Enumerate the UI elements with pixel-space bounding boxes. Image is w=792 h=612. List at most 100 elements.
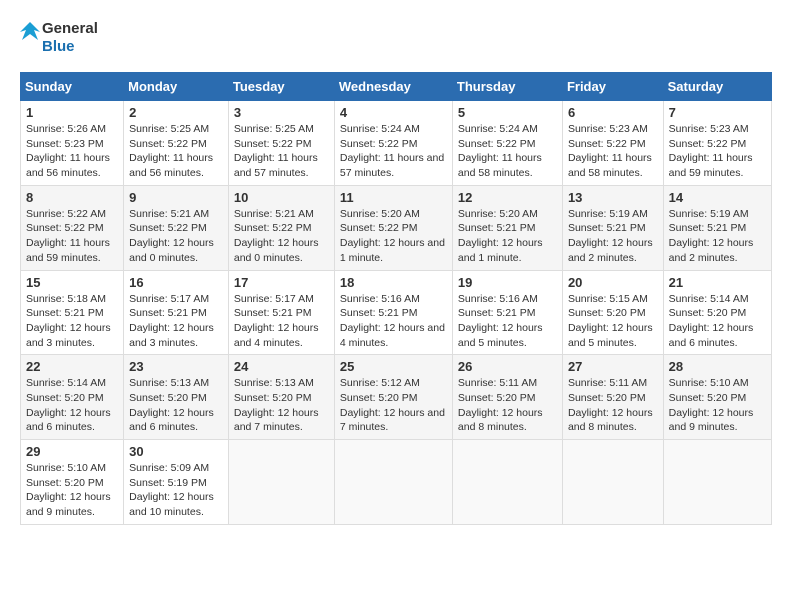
day-number: 20: [568, 275, 658, 290]
day-number: 8: [26, 190, 118, 205]
calendar-week-row: 15 Sunrise: 5:18 AMSunset: 5:21 PMDaylig…: [21, 270, 772, 355]
day-number: 18: [340, 275, 447, 290]
calendar-week-row: 22 Sunrise: 5:14 AMSunset: 5:20 PMDaylig…: [21, 355, 772, 440]
day-info: Sunrise: 5:13 AMSunset: 5:20 PMDaylight:…: [234, 377, 319, 433]
weekday-header-friday: Friday: [562, 73, 663, 101]
calendar-day-cell: 19 Sunrise: 5:16 AMSunset: 5:21 PMDaylig…: [452, 270, 562, 355]
day-info: Sunrise: 5:24 AMSunset: 5:22 PMDaylight:…: [458, 123, 542, 179]
day-number: 2: [129, 105, 223, 120]
logo-text: General Blue: [42, 20, 98, 56]
day-info: Sunrise: 5:17 AMSunset: 5:21 PMDaylight:…: [234, 293, 319, 349]
calendar-day-cell: 8 Sunrise: 5:22 AMSunset: 5:22 PMDayligh…: [21, 185, 124, 270]
day-info: Sunrise: 5:17 AMSunset: 5:21 PMDaylight:…: [129, 293, 214, 349]
calendar-day-cell: 1 Sunrise: 5:26 AMSunset: 5:23 PMDayligh…: [21, 101, 124, 186]
day-number: 15: [26, 275, 118, 290]
calendar-week-row: 8 Sunrise: 5:22 AMSunset: 5:22 PMDayligh…: [21, 185, 772, 270]
day-info: Sunrise: 5:24 AMSunset: 5:22 PMDaylight:…: [340, 123, 444, 179]
day-info: Sunrise: 5:14 AMSunset: 5:20 PMDaylight:…: [669, 293, 754, 349]
day-info: Sunrise: 5:13 AMSunset: 5:20 PMDaylight:…: [129, 377, 214, 433]
day-info: Sunrise: 5:16 AMSunset: 5:21 PMDaylight:…: [340, 293, 445, 349]
calendar-week-row: 29 Sunrise: 5:10 AMSunset: 5:20 PMDaylig…: [21, 440, 772, 525]
calendar-day-cell: 2 Sunrise: 5:25 AMSunset: 5:22 PMDayligh…: [124, 101, 229, 186]
day-number: 14: [669, 190, 766, 205]
day-info: Sunrise: 5:20 AMSunset: 5:22 PMDaylight:…: [340, 208, 445, 264]
calendar-day-cell: 16 Sunrise: 5:17 AMSunset: 5:21 PMDaylig…: [124, 270, 229, 355]
day-number: 10: [234, 190, 329, 205]
day-number: 21: [669, 275, 766, 290]
day-info: Sunrise: 5:10 AMSunset: 5:20 PMDaylight:…: [669, 377, 754, 433]
calendar-day-cell: 9 Sunrise: 5:21 AMSunset: 5:22 PMDayligh…: [124, 185, 229, 270]
day-number: 26: [458, 359, 557, 374]
day-number: 17: [234, 275, 329, 290]
calendar-day-cell: 22 Sunrise: 5:14 AMSunset: 5:20 PMDaylig…: [21, 355, 124, 440]
day-number: 3: [234, 105, 329, 120]
weekday-header-saturday: Saturday: [663, 73, 771, 101]
day-number: 30: [129, 444, 223, 459]
day-number: 24: [234, 359, 329, 374]
calendar-day-cell: 29 Sunrise: 5:10 AMSunset: 5:20 PMDaylig…: [21, 440, 124, 525]
day-info: Sunrise: 5:15 AMSunset: 5:20 PMDaylight:…: [568, 293, 653, 349]
day-number: 11: [340, 190, 447, 205]
calendar-day-cell: 20 Sunrise: 5:15 AMSunset: 5:20 PMDaylig…: [562, 270, 663, 355]
calendar-table: SundayMondayTuesdayWednesdayThursdayFrid…: [20, 72, 772, 525]
calendar-day-cell: 3 Sunrise: 5:25 AMSunset: 5:22 PMDayligh…: [228, 101, 334, 186]
day-info: Sunrise: 5:19 AMSunset: 5:21 PMDaylight:…: [669, 208, 754, 264]
weekday-header-tuesday: Tuesday: [228, 73, 334, 101]
calendar-day-cell: [452, 440, 562, 525]
day-info: Sunrise: 5:10 AMSunset: 5:20 PMDaylight:…: [26, 462, 111, 518]
day-number: 27: [568, 359, 658, 374]
calendar-day-cell: 23 Sunrise: 5:13 AMSunset: 5:20 PMDaylig…: [124, 355, 229, 440]
calendar-day-cell: 30 Sunrise: 5:09 AMSunset: 5:19 PMDaylig…: [124, 440, 229, 525]
day-number: 19: [458, 275, 557, 290]
day-number: 28: [669, 359, 766, 374]
calendar-day-cell: [228, 440, 334, 525]
calendar-day-cell: 6 Sunrise: 5:23 AMSunset: 5:22 PMDayligh…: [562, 101, 663, 186]
page-header: General Blue: [20, 20, 772, 56]
day-info: Sunrise: 5:20 AMSunset: 5:21 PMDaylight:…: [458, 208, 543, 264]
calendar-day-cell: 15 Sunrise: 5:18 AMSunset: 5:21 PMDaylig…: [21, 270, 124, 355]
day-info: Sunrise: 5:26 AMSunset: 5:23 PMDaylight:…: [26, 123, 110, 179]
calendar-day-cell: 24 Sunrise: 5:13 AMSunset: 5:20 PMDaylig…: [228, 355, 334, 440]
calendar-day-cell: 21 Sunrise: 5:14 AMSunset: 5:20 PMDaylig…: [663, 270, 771, 355]
day-info: Sunrise: 5:14 AMSunset: 5:20 PMDaylight:…: [26, 377, 111, 433]
calendar-day-cell: [334, 440, 452, 525]
day-info: Sunrise: 5:11 AMSunset: 5:20 PMDaylight:…: [568, 377, 653, 433]
day-info: Sunrise: 5:21 AMSunset: 5:22 PMDaylight:…: [129, 208, 214, 264]
weekday-header-wednesday: Wednesday: [334, 73, 452, 101]
calendar-day-cell: 18 Sunrise: 5:16 AMSunset: 5:21 PMDaylig…: [334, 270, 452, 355]
calendar-day-cell: [562, 440, 663, 525]
day-number: 6: [568, 105, 658, 120]
calendar-day-cell: 26 Sunrise: 5:11 AMSunset: 5:20 PMDaylig…: [452, 355, 562, 440]
day-number: 4: [340, 105, 447, 120]
day-info: Sunrise: 5:11 AMSunset: 5:20 PMDaylight:…: [458, 377, 543, 433]
calendar-day-cell: 7 Sunrise: 5:23 AMSunset: 5:22 PMDayligh…: [663, 101, 771, 186]
calendar-day-cell: 10 Sunrise: 5:21 AMSunset: 5:22 PMDaylig…: [228, 185, 334, 270]
day-number: 1: [26, 105, 118, 120]
day-info: Sunrise: 5:12 AMSunset: 5:20 PMDaylight:…: [340, 377, 445, 433]
calendar-week-row: 1 Sunrise: 5:26 AMSunset: 5:23 PMDayligh…: [21, 101, 772, 186]
day-number: 29: [26, 444, 118, 459]
calendar-day-cell: 4 Sunrise: 5:24 AMSunset: 5:22 PMDayligh…: [334, 101, 452, 186]
logo: General Blue: [20, 20, 98, 56]
day-info: Sunrise: 5:25 AMSunset: 5:22 PMDaylight:…: [234, 123, 318, 179]
day-info: Sunrise: 5:21 AMSunset: 5:22 PMDaylight:…: [234, 208, 319, 264]
logo-container: General Blue: [20, 20, 98, 56]
calendar-day-cell: 27 Sunrise: 5:11 AMSunset: 5:20 PMDaylig…: [562, 355, 663, 440]
day-number: 13: [568, 190, 658, 205]
day-info: Sunrise: 5:18 AMSunset: 5:21 PMDaylight:…: [26, 293, 111, 349]
day-info: Sunrise: 5:16 AMSunset: 5:21 PMDaylight:…: [458, 293, 543, 349]
calendar-day-cell: 5 Sunrise: 5:24 AMSunset: 5:22 PMDayligh…: [452, 101, 562, 186]
weekday-header-thursday: Thursday: [452, 73, 562, 101]
calendar-day-cell: 28 Sunrise: 5:10 AMSunset: 5:20 PMDaylig…: [663, 355, 771, 440]
day-info: Sunrise: 5:09 AMSunset: 5:19 PMDaylight:…: [129, 462, 214, 518]
day-number: 5: [458, 105, 557, 120]
calendar-day-cell: 25 Sunrise: 5:12 AMSunset: 5:20 PMDaylig…: [334, 355, 452, 440]
day-number: 9: [129, 190, 223, 205]
day-info: Sunrise: 5:23 AMSunset: 5:22 PMDaylight:…: [568, 123, 652, 179]
day-info: Sunrise: 5:22 AMSunset: 5:22 PMDaylight:…: [26, 208, 110, 264]
day-number: 12: [458, 190, 557, 205]
weekday-header-monday: Monday: [124, 73, 229, 101]
calendar-day-cell: 12 Sunrise: 5:20 AMSunset: 5:21 PMDaylig…: [452, 185, 562, 270]
calendar-day-cell: [663, 440, 771, 525]
day-info: Sunrise: 5:23 AMSunset: 5:22 PMDaylight:…: [669, 123, 753, 179]
